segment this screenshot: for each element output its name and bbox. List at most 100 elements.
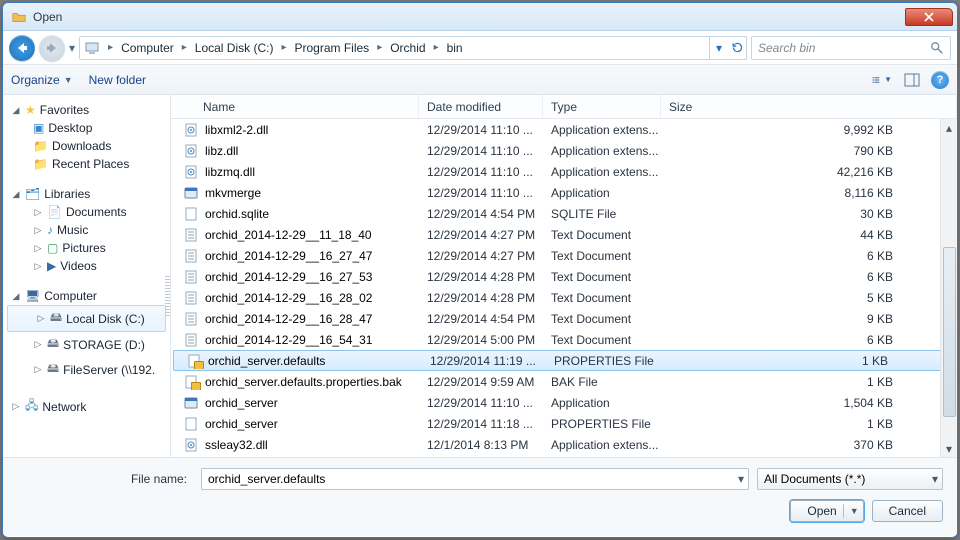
file-row[interactable]: orchid_server.defaults.properties.bak12/…: [171, 371, 957, 392]
file-name: orchid_server: [205, 417, 278, 431]
breadcrumb-item[interactable]: Orchid: [384, 37, 431, 59]
expand-icon[interactable]: ▷: [33, 364, 43, 375]
tree-computer[interactable]: ◢ 🖥 Computer: [5, 287, 168, 305]
expand-icon[interactable]: ▷: [33, 207, 43, 218]
file-size: 6 KB: [661, 270, 957, 284]
forward-button[interactable]: [39, 35, 65, 61]
file-icon: [183, 395, 199, 411]
navigation-tree[interactable]: ◢ ★ Favorites ▣Desktop 📁Downloads 📁Recen…: [3, 95, 171, 457]
cancel-button[interactable]: Cancel: [872, 500, 943, 522]
expand-icon[interactable]: ▷: [33, 243, 43, 254]
search-placeholder: Search bin: [758, 41, 930, 55]
file-row[interactable]: orchid_2014-12-29__16_27_5312/29/2014 4:…: [171, 266, 957, 287]
search-input[interactable]: Search bin: [751, 36, 951, 60]
vertical-scrollbar[interactable]: ▴ ▾: [940, 119, 957, 457]
chevron-down-icon[interactable]: ▼: [850, 506, 859, 516]
column-name[interactable]: Name: [171, 95, 419, 118]
back-button[interactable]: [9, 35, 35, 61]
file-icon: [183, 122, 199, 138]
title-bar[interactable]: Open: [3, 3, 957, 31]
new-folder-button[interactable]: New folder: [89, 73, 146, 87]
file-row[interactable]: ssleay32.dll12/1/2014 8:13 PMApplication…: [171, 434, 957, 455]
file-row[interactable]: libzmq.dll12/29/2014 11:10 ...Applicatio…: [171, 161, 957, 182]
collapse-icon[interactable]: ◢: [11, 291, 21, 302]
tree-favorites[interactable]: ◢ ★ Favorites: [5, 101, 168, 119]
column-size[interactable]: Size: [661, 95, 957, 118]
collapse-icon[interactable]: ◢: [11, 105, 21, 116]
expand-icon[interactable]: ▷: [33, 339, 43, 350]
file-row[interactable]: libz.dll12/29/2014 11:10 ...Application …: [171, 140, 957, 161]
expand-icon[interactable]: ▷: [33, 225, 43, 236]
breadcrumb-item[interactable]: Computer: [115, 37, 180, 59]
tree-item-desktop[interactable]: ▣Desktop: [5, 119, 168, 137]
tree-libraries[interactable]: ◢ 🗂 Libraries: [5, 185, 168, 203]
tree-item-music[interactable]: ▷♪Music: [5, 221, 168, 239]
chevron-right-icon[interactable]: ▸: [106, 42, 115, 53]
close-button[interactable]: [905, 8, 953, 26]
file-row[interactable]: libxml2-2.dll12/29/2014 11:10 ...Applica…: [171, 119, 957, 140]
file-date: 12/29/2014 4:28 PM: [419, 270, 543, 284]
chevron-right-icon[interactable]: ▸: [180, 42, 189, 53]
breadcrumb-dropdown[interactable]: ▾: [710, 37, 728, 59]
chevron-down-icon[interactable]: ▾: [932, 472, 938, 486]
dialog-footer: File name: orchid_server.defaults ▾ All …: [3, 457, 957, 536]
file-name: orchid_server: [205, 396, 278, 410]
expand-icon[interactable]: ▷: [11, 401, 21, 412]
file-row[interactable]: mkvmerge12/29/2014 11:10 ...Application8…: [171, 182, 957, 203]
breadcrumb-bar[interactable]: ▸ Computer ▸ Local Disk (C:) ▸ Program F…: [79, 36, 747, 60]
organize-button[interactable]: Organize ▼: [11, 73, 73, 87]
open-button[interactable]: Open ▼: [790, 500, 863, 522]
chevron-right-icon[interactable]: ▸: [375, 42, 384, 53]
file-row[interactable]: orchid_server12/29/2014 11:18 ...PROPERT…: [171, 413, 957, 434]
file-name: orchid.sqlite: [205, 207, 269, 221]
breadcrumb-item[interactable]: bin: [441, 37, 469, 59]
preview-pane-button[interactable]: [901, 70, 923, 90]
file-name: orchid_2014-12-29__16_28_47: [205, 312, 372, 326]
filename-input[interactable]: orchid_server.defaults ▾: [201, 468, 749, 490]
view-options-button[interactable]: ▼: [871, 70, 893, 90]
column-date[interactable]: Date modified: [419, 95, 543, 118]
tree-item-storage-d[interactable]: ▷🖴STORAGE (D:): [5, 332, 168, 357]
file-row[interactable]: orchid_server.defaults12/29/2014 11:19 .…: [173, 350, 953, 371]
filename-value: orchid_server.defaults: [208, 472, 325, 486]
splitter-handle[interactable]: [165, 276, 170, 316]
tree-item-local-disk-c[interactable]: ▷🖴Local Disk (C:): [7, 305, 166, 332]
file-row[interactable]: orchid_2014-12-29__11_18_4012/29/2014 4:…: [171, 224, 957, 245]
tree-network[interactable]: ▷ 🖧 Network: [5, 394, 168, 419]
file-date: 12/29/2014 9:59 AM: [419, 375, 543, 389]
chevron-down-icon[interactable]: ▾: [738, 472, 744, 486]
file-row[interactable]: orchid_2014-12-29__16_54_3112/29/2014 5:…: [171, 329, 957, 350]
collapse-icon[interactable]: ◢: [11, 189, 21, 200]
scroll-up-icon[interactable]: ▴: [941, 119, 957, 136]
column-headers[interactable]: Name Date modified Type Size: [171, 95, 957, 119]
refresh-button[interactable]: [728, 37, 746, 59]
file-row[interactable]: orchid_2014-12-29__16_27_4712/29/2014 4:…: [171, 245, 957, 266]
desktop-icon: ▣: [33, 121, 44, 135]
tree-item-fileserver[interactable]: ▷🖴FileServer (\\192.: [5, 357, 168, 382]
breadcrumb-item[interactable]: Program Files: [289, 37, 376, 59]
chevron-right-icon[interactable]: ▸: [279, 42, 288, 53]
help-button[interactable]: ?: [931, 71, 949, 89]
expand-icon[interactable]: ▷: [36, 313, 46, 324]
tree-item-documents[interactable]: ▷📄Documents: [5, 203, 168, 221]
breadcrumb-item[interactable]: Local Disk (C:): [189, 37, 280, 59]
file-row[interactable]: orchid_2014-12-29__16_28_4712/29/2014 4:…: [171, 308, 957, 329]
file-type: Text Document: [543, 270, 661, 284]
scrollbar-thumb[interactable]: [943, 247, 956, 417]
file-type-filter[interactable]: All Documents (*.*) ▾: [757, 468, 943, 490]
tree-item-downloads[interactable]: 📁Downloads: [5, 137, 168, 155]
expand-icon[interactable]: ▷: [33, 261, 43, 272]
file-date: 12/29/2014 11:10 ...: [419, 165, 543, 179]
chevron-right-icon[interactable]: ▸: [432, 42, 441, 53]
tree-item-videos[interactable]: ▷▶Videos: [5, 257, 168, 275]
file-row[interactable]: orchid.sqlite12/29/2014 4:54 PMSQLITE Fi…: [171, 203, 957, 224]
file-row[interactable]: orchid_2014-12-29__16_28_0212/29/2014 4:…: [171, 287, 957, 308]
tree-item-pictures[interactable]: ▷▢Pictures: [5, 239, 168, 257]
history-dropdown[interactable]: ▾: [69, 41, 75, 55]
column-type[interactable]: Type: [543, 95, 661, 118]
scroll-down-icon[interactable]: ▾: [941, 440, 957, 457]
network-icon: 🖧: [25, 396, 38, 417]
file-icon: [183, 290, 199, 306]
file-row[interactable]: orchid_server12/29/2014 11:10 ...Applica…: [171, 392, 957, 413]
tree-item-recent[interactable]: 📁Recent Places: [5, 155, 168, 173]
